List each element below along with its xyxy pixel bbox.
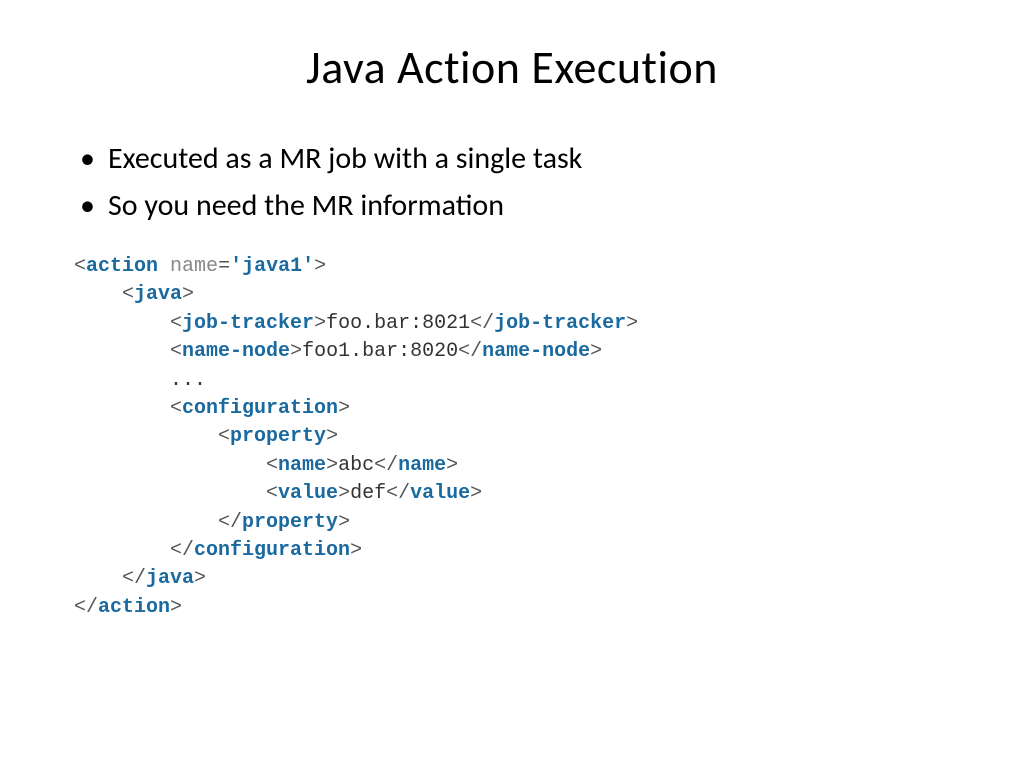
xml-tag: property: [242, 511, 338, 534]
xml-tag: name-node: [182, 340, 290, 363]
xml-tag: action: [98, 596, 170, 619]
xml-text: def: [350, 482, 386, 505]
xml-tag: configuration: [194, 539, 350, 562]
xml-tag: job-tracker: [182, 312, 314, 335]
xml-string: 'java1': [230, 255, 314, 278]
code-block: <action name='java1'> <java> <job-tracke…: [74, 253, 954, 622]
xml-tag: value: [278, 482, 338, 505]
xml-tag: name-node: [482, 340, 590, 363]
bullet-list: Executed as a MR job with a single task …: [70, 136, 954, 229]
xml-text: foo.bar:8021: [326, 312, 470, 335]
ellipsis: ...: [170, 369, 206, 392]
xml-text: foo1.bar:8020: [302, 340, 458, 363]
xml-text: abc: [338, 454, 374, 477]
xml-tag: name: [398, 454, 446, 477]
xml-tag: configuration: [182, 397, 338, 420]
xml-attr: name: [170, 255, 218, 278]
xml-tag: action: [86, 255, 158, 278]
bullet-item: Executed as a MR job with a single task: [70, 136, 954, 183]
xml-tag: value: [410, 482, 470, 505]
bullet-item: So you need the MR information: [70, 183, 954, 230]
xml-tag: java: [134, 283, 182, 306]
xml-tag: name: [278, 454, 326, 477]
xml-tag: job-tracker: [494, 312, 626, 335]
xml-tag: property: [230, 425, 326, 448]
xml-tag: java: [146, 567, 194, 590]
slide-title: Java Action Execution: [70, 40, 954, 96]
